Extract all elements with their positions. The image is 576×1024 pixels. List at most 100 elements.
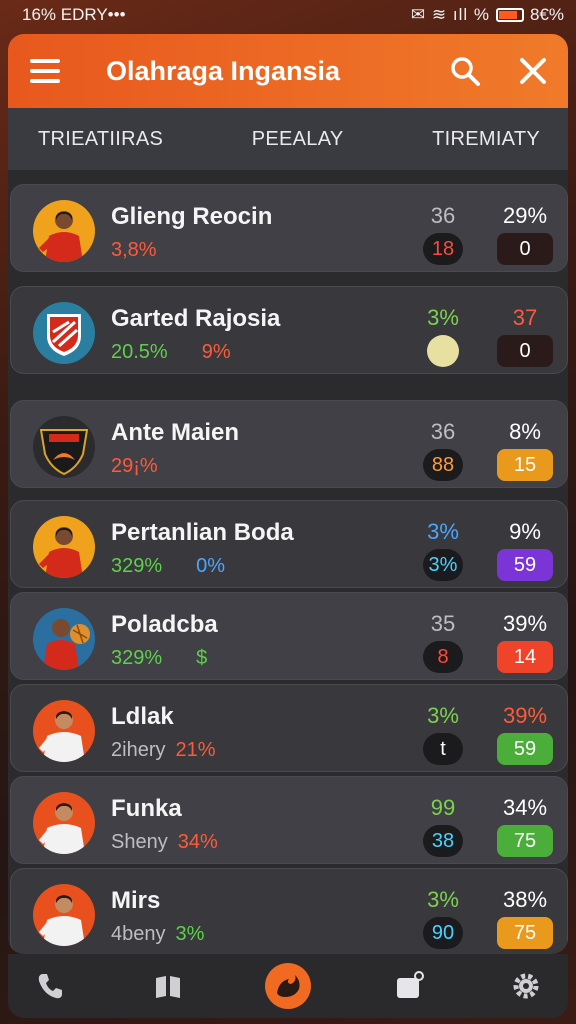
list-item[interactable]: Glieng Reocin 3,8% 36 18 29% 0 [10, 184, 568, 272]
status-bar: 16% EDRY••• ✉ ≋ ıll % 8€% [0, 0, 576, 30]
stat-secondary: 39% [502, 611, 548, 636]
sub-stat-primary: 329% [111, 555, 163, 577]
list-item[interactable]: Poladcba 329% $35 8 39% 14 [10, 592, 568, 680]
player-name: Glieng Reocin [111, 203, 273, 230]
stat-primary-badge [427, 335, 459, 367]
avatar [33, 700, 95, 762]
stat-secondary: 34% [502, 795, 548, 820]
player-subline: Sheny 34% [111, 831, 218, 854]
avatar [33, 608, 95, 670]
list-item[interactable]: Garted Rajosia 20.5% 9% 3% 37 0 [10, 286, 568, 374]
stat-secondary: 8% [509, 419, 541, 444]
stat-secondary: 38% [502, 887, 548, 912]
stat-primary: 3% [427, 703, 459, 728]
stat-primary: 99 [430, 795, 456, 820]
stat-primary: 3% [427, 519, 459, 544]
sub-stat-secondary: 34% [177, 831, 218, 853]
player-subline: 4beny 3% [111, 923, 204, 946]
battery-icon [495, 8, 524, 22]
sub-stat-secondary: 9% [201, 341, 231, 363]
avatar [33, 416, 95, 478]
bottom-nav [8, 954, 568, 1018]
stat-secondary-badge: 0 [497, 335, 553, 367]
phone-icon[interactable] [30, 966, 70, 1006]
stat-secondary: 9% [509, 519, 541, 544]
player-subline: 329% $ [111, 647, 207, 670]
search-icon[interactable] [448, 54, 482, 88]
stat-primary: 36 [430, 203, 456, 228]
list-item[interactable]: Ante Maien 29¡% 36 88 8% 15 [10, 400, 568, 488]
stat-secondary-badge: 75 [497, 917, 553, 949]
player-name: Garted Rajosia [111, 305, 281, 332]
sub-stat-primary: 2ihery [111, 739, 166, 761]
gear-icon[interactable] [506, 966, 546, 1006]
sub-stat-primary: 20.5% [111, 341, 168, 363]
page-title: Olahraga Ingansia [106, 55, 341, 86]
player-name: Ldlak [111, 703, 174, 730]
player-subline: 29¡% [111, 455, 158, 478]
tab-bar: TRIEATIIRAS PEEALAY TIREMIATY [8, 108, 568, 170]
status-left-text: 16% EDRY••• [22, 5, 126, 24]
stat-primary: 36 [430, 419, 456, 444]
sub-stat-primary: 329% [111, 647, 163, 669]
status-right: ✉ ≋ ıll % 8€% [411, 5, 564, 25]
stat-secondary-badge: 0 [497, 233, 553, 265]
stat-primary: 35 [430, 611, 456, 636]
status-icons-text: ✉ ≋ ıll % [410, 5, 490, 24]
stat-primary-badge: 3% [423, 549, 463, 581]
stat-primary-badge: 90 [423, 917, 463, 949]
sub-stat-primary: Sheny [111, 831, 168, 853]
stat-secondary-badge: 75 [497, 825, 553, 857]
tab-1[interactable]: PEEALAY [252, 128, 344, 151]
status-battery-text: 8€% [529, 5, 564, 24]
stat-primary-badge: 88 [423, 449, 463, 481]
player-name: Mirs [111, 887, 161, 914]
avatar [33, 884, 95, 946]
player-name: Poladcba [111, 611, 218, 638]
list-item[interactable]: Pertanlian Boda 329% 0% 3% 3% 9% 59 [10, 500, 568, 588]
stat-primary-badge: t [423, 733, 463, 765]
app-header: Olahraga Ingansia [8, 34, 568, 108]
avatar [33, 516, 95, 578]
stat-primary-badge: 38 [423, 825, 463, 857]
sub-stat-secondary: 3% [175, 923, 205, 945]
player-subline: 329% 0% [111, 555, 225, 578]
stat-primary-badge: 8 [423, 641, 463, 673]
stat-secondary-badge: 59 [497, 549, 553, 581]
sub-stat-secondary: 21% [175, 739, 216, 761]
sub-stat-secondary: $ [196, 647, 208, 669]
stat-primary-badge: 18 [423, 233, 463, 265]
sub-stat-secondary: 0% [196, 555, 226, 577]
stat-secondary: 39% [502, 703, 548, 728]
player-subline: 2ihery 21% [111, 739, 216, 762]
menu-icon[interactable] [30, 59, 60, 83]
list-item[interactable]: Ldlak 2ihery 21% 3% t 39% 59 [10, 684, 568, 772]
sub-stat-primary: 3,8% [111, 239, 157, 261]
avatar [33, 792, 95, 854]
player-subline: 3,8% [111, 239, 157, 262]
list-item[interactable]: Funka Sheny 34% 99 38 34% 75 [10, 776, 568, 864]
player-name: Ante Maien [111, 419, 240, 446]
sub-stat-primary: 29¡% [111, 455, 158, 477]
main-panel: Olahraga Ingansia TRIEATIIRAS PEEALAY TI… [8, 34, 568, 954]
stat-primary: 3% [427, 305, 459, 330]
tab-2[interactable]: TIREMIATY [432, 128, 540, 151]
note-icon[interactable] [389, 966, 429, 1006]
player-name: Pertanlian Boda [111, 519, 294, 546]
stat-secondary-badge: 15 [497, 449, 553, 481]
avatar [33, 200, 95, 262]
list-item[interactable]: Mirs 4beny 3% 3% 90 38% 75 [10, 868, 568, 954]
stat-primary: 3% [427, 887, 459, 912]
sub-stat-primary: 4beny [111, 923, 166, 945]
close-icon[interactable] [516, 54, 550, 88]
player-name: Funka [111, 795, 182, 822]
stat-secondary: 29% [502, 203, 548, 228]
stat-secondary-badge: 14 [497, 641, 553, 673]
tab-0[interactable]: TRIEATIIRAS [38, 128, 163, 151]
stat-secondary-badge: 59 [497, 733, 553, 765]
book-icon[interactable] [148, 966, 188, 1006]
player-subline: 20.5% 9% [111, 341, 231, 364]
stat-secondary: 37 [512, 305, 538, 330]
avatar [33, 302, 95, 364]
fire-icon[interactable] [265, 963, 311, 1009]
